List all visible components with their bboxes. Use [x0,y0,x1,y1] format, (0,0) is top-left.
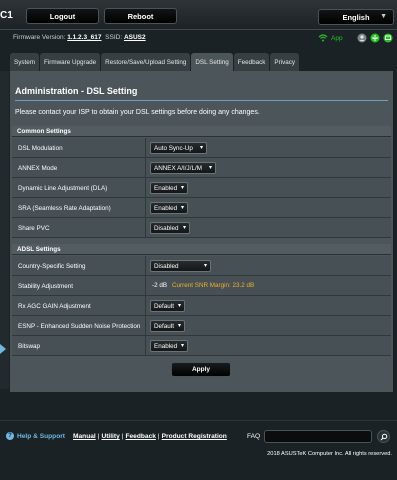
adsl-settings-heading: ADSL Settings [12,244,391,255]
top-bar: C1 Logout Reboot English ▼ [0,0,397,30]
stability-adjustment-label: Stability Adjustment [12,276,146,296]
dsl-modulation-value: Auto Sync-Up [154,144,193,152]
chevron-down-icon: ▾ [180,185,184,191]
row-dla: Dynamic Line Adjustment (DLA) Enabled ▾ [12,178,391,198]
ssid-link[interactable]: ASUS2 [124,34,146,41]
chevron-down-icon: ▾ [180,343,184,349]
sra-select[interactable]: Enabled ▾ [150,202,188,214]
tab-feedback[interactable]: Feedback [233,53,270,71]
dsl-modulation-label: DSL Modulation [12,138,146,158]
status-icons: App [318,33,393,43]
user-icon[interactable] [357,33,367,43]
annex-mode-value: ANNEX A/I/J/L/M [154,164,202,172]
usb-icon[interactable] [370,33,380,43]
tab-firmware-upgrade[interactable]: Firmware Upgrade [40,53,101,71]
tab-privacy[interactable]: Privacy [270,53,300,71]
row-stability-adjustment: Stability Adjustment -2 dB Current SNR M… [12,276,391,296]
footer-links: Manual | Utility | Feedback | Product Registra… [73,433,227,440]
tab-bar: System Firmware Upgrade Restore/Save/Upl… [10,53,300,71]
chevron-down-icon: ▼ [380,13,387,20]
esnp-select[interactable]: Default ▾ [150,320,185,332]
row-share-pvc: Share PVC Disabled ▾ [12,218,391,238]
firmware-label: Firmware Version: [13,34,66,41]
dla-value: Enabled [154,184,178,192]
row-annex-mode: ANNEX Mode ANNEX A/I/J/L/M ▾ [12,158,391,178]
menu-expand-arrow-icon[interactable] [0,344,6,354]
page-title: Administration - DSL Setting [15,86,138,96]
stability-adjustment-value: -2 dB [152,282,168,289]
tab-restore-save-upload[interactable]: Restore/Save/Upload Setting [101,53,191,71]
rx-agc-gain-select[interactable]: Default ▾ [150,300,185,312]
language-value: English [342,12,370,22]
faq-label: FAQ [247,433,261,440]
app-link[interactable]: App [331,35,343,42]
bitswap-label: Bitswap [12,336,146,356]
chevron-down-icon: ▾ [203,263,207,269]
snr-margin-text: Current SNR Margin: 23.2 dB [172,282,255,289]
common-settings-heading: Common Settings [12,126,391,137]
reboot-button[interactable]: Reboot [104,8,177,24]
network-status-icon[interactable] [383,33,393,43]
left-menu-strip [0,71,9,389]
chevron-down-icon: ▾ [180,205,184,211]
firmware-version-link[interactable]: 1.1.2.3_617 [67,34,101,41]
help-support-label: Help & Support [17,432,65,440]
title-divider [15,100,388,101]
sra-label: SRA (Seamless Rate Adaptation) [12,198,146,218]
ssid-label: SSID: [105,34,123,41]
chevron-down-icon: ▾ [177,303,181,309]
search-icon[interactable] [377,430,390,443]
dla-select[interactable]: Enabled ▾ [150,182,188,194]
wifi-icon[interactable] [318,34,328,42]
chevron-down-icon: ▾ [208,165,212,171]
row-rx-agc-gain: Rx AGC GAIN Adjustment Default ▾ [12,296,391,316]
share-pvc-value: Disabled [154,224,179,232]
annex-mode-label: ANNEX Mode [12,158,146,178]
country-specific-select[interactable]: Disabled ▾ [150,260,211,272]
faq-search-input[interactable] [264,430,372,443]
esnp-label: ESNP - Enhanced Sudden Noise Protection [12,316,146,336]
sra-value: Enabled [154,204,178,212]
row-bitswap: Bitswap Enabled ▾ [12,336,391,356]
country-specific-value: Disabled [154,262,179,270]
row-esnp: ESNP - Enhanced Sudden Noise Protection … [12,316,391,336]
share-pvc-select[interactable]: Disabled ▾ [150,222,190,234]
utility-link[interactable]: Utility [101,433,119,440]
help-icon: ? [6,432,14,440]
brand-fragment: C1 [0,10,13,21]
manual-link[interactable]: Manual [73,433,96,440]
chevron-down-icon: ▾ [177,323,181,329]
footer-divider [0,420,397,421]
chevron-down-icon: ▾ [199,145,203,151]
language-select[interactable]: English ▼ [318,9,394,25]
tab-dsl-setting[interactable]: DSL Setting [191,53,233,71]
settings-panel: Administration - DSL Setting Please cont… [10,71,393,392]
copyright-text: 2018 ASUSTeK Computer Inc. All rights re… [267,451,392,457]
share-pvc-label: Share PVC [12,218,146,238]
help-support[interactable]: ? Help & Support [6,432,65,440]
tab-system[interactable]: System [10,53,39,71]
country-specific-label: Country-Specific Setting [12,256,146,276]
row-dsl-modulation: DSL Modulation Auto Sync-Up ▾ [12,138,391,158]
bitswap-value: Enabled [154,342,178,350]
dsl-modulation-select[interactable]: Auto Sync-Up ▾ [150,142,207,154]
bitswap-select[interactable]: Enabled ▾ [150,340,188,352]
annex-mode-select[interactable]: ANNEX A/I/J/L/M ▾ [150,162,216,174]
logout-button[interactable]: Logout [26,8,99,24]
product-registration-link[interactable]: Product Registration [162,433,227,440]
esnp-value: Default [154,322,174,330]
row-sra: SRA (Seamless Rate Adaptation) Enabled ▾ [12,198,391,218]
dla-label: Dynamic Line Adjustment (DLA) [12,178,146,198]
isp-notice: Please contact your ISP to obtain your D… [15,109,260,116]
firmware-info: Firmware Version: 1.1.2.3_617 SSID: ASUS… [13,34,146,41]
apply-button[interactable]: Apply [171,362,231,377]
chevron-down-icon: ▾ [182,225,186,231]
info-row: Firmware Version: 1.1.2.3_617 SSID: ASUS… [0,30,397,48]
feedback-link[interactable]: Feedback [125,433,155,440]
row-country-specific: Country-Specific Setting Disabled ▾ [12,256,391,276]
rx-agc-gain-value: Default [154,302,174,310]
rx-agc-gain-label: Rx AGC GAIN Adjustment [12,296,146,316]
